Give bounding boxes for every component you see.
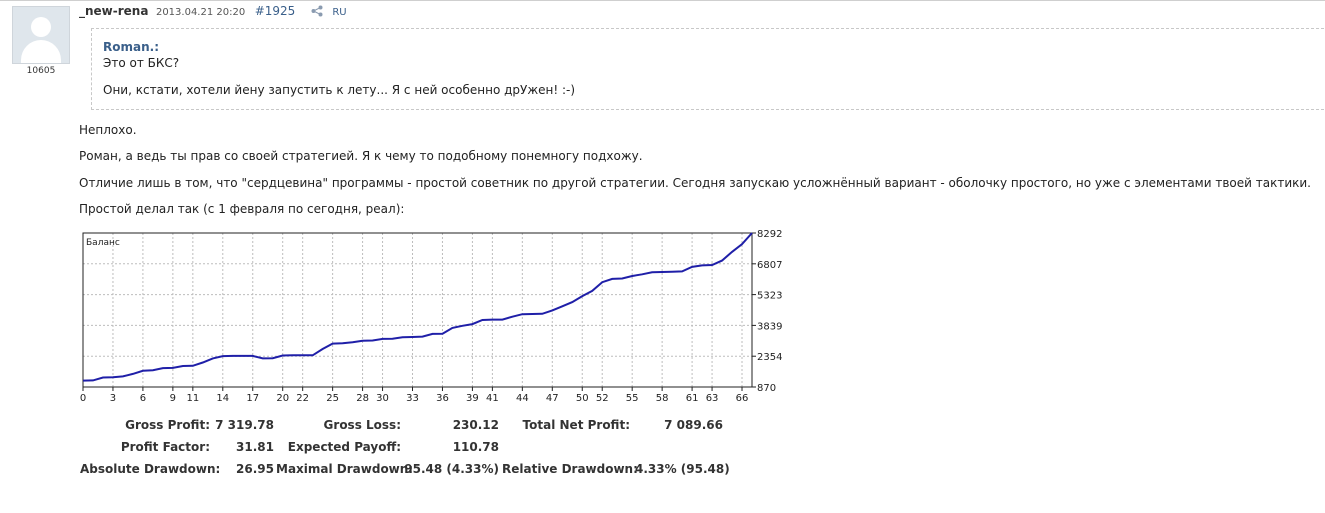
x-tick-label: 30 xyxy=(376,393,389,402)
y-tick-label: 3839 xyxy=(757,321,782,332)
absolute-drawdown-label: Absolute Drawdown: xyxy=(80,462,221,476)
maximal-drawdown-label: Maximal Drawdown: xyxy=(276,462,414,476)
x-tick-label: 66 xyxy=(736,393,749,402)
y-tick-label: 6807 xyxy=(757,260,782,271)
absolute-drawdown-value: 26.95 xyxy=(236,462,274,476)
quote-text-line-1: Это от БКС? xyxy=(103,56,180,70)
x-tick-label: 28 xyxy=(356,393,369,402)
gross-profit-value: 7 319.78 xyxy=(215,418,274,432)
x-tick-label: 47 xyxy=(546,393,559,402)
quote-author[interactable]: Roman.: xyxy=(103,40,159,54)
x-tick-label: 0 xyxy=(80,393,86,402)
top-divider xyxy=(0,0,1325,1)
x-tick-label: 39 xyxy=(466,393,479,402)
x-tick-label: 52 xyxy=(596,393,609,402)
avatar-head-shape xyxy=(31,17,51,37)
x-tick-label: 61 xyxy=(686,393,699,402)
x-tick-label: 17 xyxy=(246,393,259,402)
x-tick-label: 6 xyxy=(140,393,146,402)
post-number-link[interactable]: #1925 xyxy=(255,4,296,18)
author-rating: 10605 xyxy=(26,66,56,76)
x-tick-label: 33 xyxy=(406,393,419,402)
x-tick-label: 55 xyxy=(626,393,639,402)
x-tick-label: 44 xyxy=(516,393,529,402)
post-paragraph-2: Роман, а ведь ты прав со своей стратегие… xyxy=(79,149,643,163)
chart-title: Баланс xyxy=(86,238,120,248)
post-paragraph-4: Простой делал так (с 1 февраля по сегодн… xyxy=(79,202,405,216)
maximal-drawdown-value: 95.48 (4.33%) xyxy=(404,462,499,476)
stats-table: Gross Profit: 7 319.78 Gross Loss: 230.1… xyxy=(80,414,800,484)
x-tick-label: 41 xyxy=(486,393,499,402)
total-net-profit-label: Total Net Profit: xyxy=(522,418,630,432)
username-link[interactable]: _new-rena xyxy=(79,4,148,18)
x-tick-label: 3 xyxy=(110,393,116,402)
quote-block: Roman.: Это от БКС? Они, кстати, хотели … xyxy=(91,28,1324,110)
profit-factor-label: Profit Factor: xyxy=(120,440,210,454)
profit-factor-value: 31.81 xyxy=(236,440,274,454)
share-icon[interactable] xyxy=(311,5,323,20)
x-tick-label: 9 xyxy=(170,393,176,402)
gross-loss-label: Gross Loss: xyxy=(323,418,401,432)
language-link[interactable]: RU xyxy=(332,7,346,18)
post-date: 2013.04.21 20:20 xyxy=(155,7,246,18)
gross-profit-label: Gross Profit: xyxy=(125,418,210,432)
x-tick-label: 63 xyxy=(706,393,719,402)
x-tick-label: 20 xyxy=(276,393,289,402)
balance-chart: Баланс 82926807532338392354870 0 3 6 9 11 14 1… xyxy=(80,230,790,402)
y-tick-label: 870 xyxy=(757,383,776,394)
x-tick-label: 14 xyxy=(216,393,229,402)
chart-background xyxy=(80,230,790,402)
x-tick-label: 25 xyxy=(326,393,339,402)
avatar-body-shape xyxy=(21,40,61,63)
total-net-profit-value: 7 089.66 xyxy=(664,418,723,432)
post-header: _new-rena 2013.04.21 20:20 #1925 RU xyxy=(79,4,347,20)
post-paragraph-3: Отличие лишь в том, что "сердцевина" про… xyxy=(79,176,1311,190)
y-tick-label: 8292 xyxy=(757,230,782,240)
x-tick-label: 11 xyxy=(186,393,199,402)
gross-loss-value: 230.12 xyxy=(452,418,499,432)
quote-text-line-2: Они, кстати, хотели йену запустить к лет… xyxy=(103,83,576,97)
y-tick-label: 5323 xyxy=(757,291,782,302)
x-tick-label: 36 xyxy=(436,393,449,402)
x-tick-label: 22 xyxy=(296,393,309,402)
relative-drawdown-value: 4.33% (95.48) xyxy=(635,462,730,476)
x-tick-label: 50 xyxy=(576,393,589,402)
author-panel: 10605 xyxy=(12,6,72,76)
x-tick-label: 58 xyxy=(656,393,669,402)
expected-payoff-value: 110.78 xyxy=(452,440,499,454)
y-tick-label: 2354 xyxy=(757,352,782,363)
relative-drawdown-label: Relative Drawdown: xyxy=(502,462,638,476)
expected-payoff-label: Expected Payoff: xyxy=(287,440,401,454)
post-paragraph-1: Неплохо. xyxy=(79,123,137,137)
avatar[interactable] xyxy=(12,6,70,64)
